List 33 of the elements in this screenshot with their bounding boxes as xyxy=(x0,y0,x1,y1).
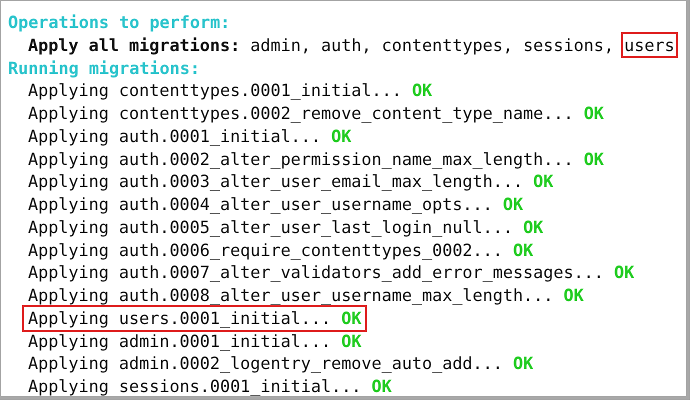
migration-text: Applying auth.0002_alter_permission_name_max_length... xyxy=(28,148,574,168)
status-text: OK xyxy=(331,126,352,146)
status-text: OK xyxy=(584,148,604,168)
status-text: OK xyxy=(412,80,432,100)
status-text: OK xyxy=(512,353,534,374)
migration-text: Applying contenttypes.0002_remove_content_type_name... xyxy=(28,103,574,123)
status-text: OK xyxy=(584,103,604,123)
status-text: OK xyxy=(372,376,392,396)
app-list: admin, auth, contenttypes, sessions, xyxy=(250,34,614,55)
migration-text: Applying admin.0002_logentry_remove_auto_add... xyxy=(28,353,503,374)
section-heading: Running migrations: xyxy=(8,56,201,80)
status-text: OK xyxy=(523,216,544,237)
status-text: OK xyxy=(502,194,524,214)
migration-text: Applying auth.0006_require_contenttypes_0002... xyxy=(28,240,503,260)
migration-text: Applying sessions.0001_initial... xyxy=(28,376,362,396)
migration-text: Applying users.0001_initial... xyxy=(28,308,332,328)
migration-text: Applying auth.0007_alter_validators_add_error_messages... xyxy=(28,262,604,282)
migration-text: Applying admin.0001_initial... xyxy=(28,330,332,350)
migration-text: Applying auth.0004_alter_user_username_opts... xyxy=(28,194,493,214)
migration-text: Applying auth.0005_alter_user_last_login_null... xyxy=(28,216,513,237)
status-text: OK xyxy=(341,330,362,350)
migration-text: Applying auth.0003_alter_user_email_max_length... xyxy=(28,171,524,192)
migration-text: Applying auth.0001_initial... xyxy=(28,126,321,146)
migration-text: Applying contenttypes.0001_initial... xyxy=(28,80,402,100)
migration-text: Applying auth.0008_alter_user_username_max_length... xyxy=(28,285,554,305)
status-text: OK xyxy=(533,171,554,192)
status-text: OK xyxy=(512,240,534,260)
section-heading: Operations to perform: xyxy=(8,11,232,34)
status-text: OK xyxy=(563,285,584,305)
apply-label: Apply all migrations: xyxy=(28,34,240,55)
status-text: OK xyxy=(614,262,634,282)
status-text: OK xyxy=(341,308,362,328)
highlighted-app-name: users xyxy=(624,34,675,55)
